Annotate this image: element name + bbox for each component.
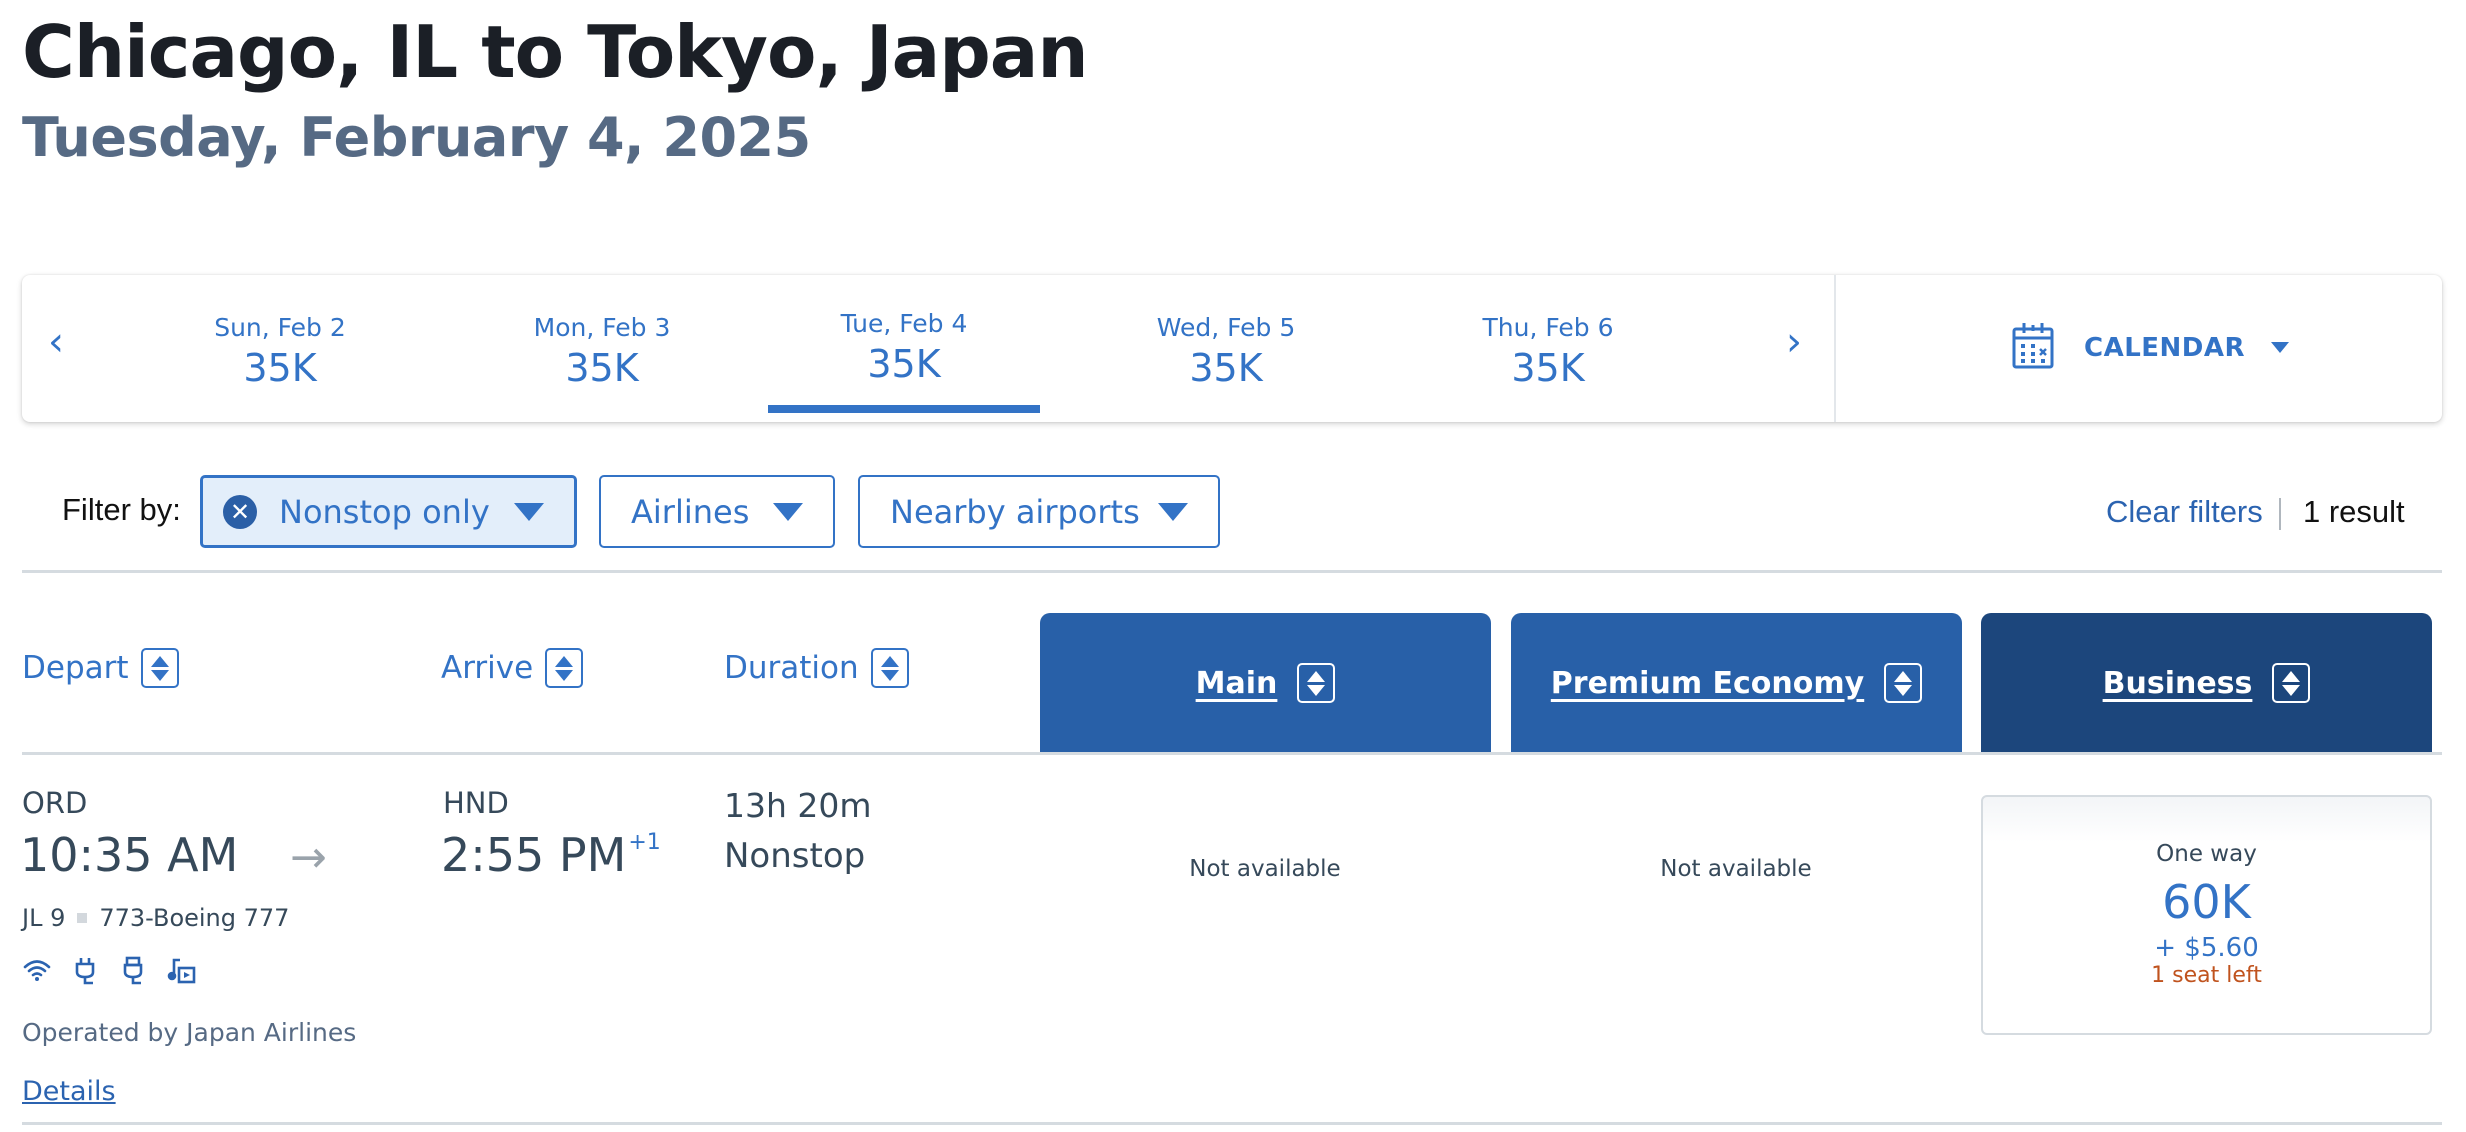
wifi-icon bbox=[22, 956, 52, 991]
seats-left: 1 seat left bbox=[2151, 963, 2262, 988]
cabin-header-premium-economy[interactable]: Premium Economy bbox=[1511, 613, 1962, 753]
filter-nonstop-only[interactable]: ✕ Nonstop only bbox=[200, 475, 577, 548]
chevron-right-icon[interactable]: › bbox=[1786, 319, 1802, 365]
cabin-label: Business bbox=[2102, 665, 2253, 701]
amenities bbox=[22, 956, 196, 991]
date-tab-label: Sun, Feb 2 bbox=[214, 313, 346, 342]
date-tab-label: Tue, Feb 4 bbox=[840, 309, 968, 338]
cabin-header-business[interactable]: Business bbox=[1981, 613, 2432, 753]
details-link[interactable]: Details bbox=[22, 1076, 116, 1107]
divider bbox=[1834, 275, 1836, 422]
cabin-header-main[interactable]: Main bbox=[1040, 613, 1491, 753]
date-tab[interactable]: Mon, Feb 3 35K bbox=[466, 313, 738, 390]
filter-chip-label: Nearby airports bbox=[890, 492, 1140, 531]
flight-number: JL 9 bbox=[22, 904, 66, 932]
sort-icon bbox=[1297, 663, 1336, 703]
page-subtitle-date: Tuesday, February 4, 2025 bbox=[22, 106, 811, 169]
sort-icon bbox=[140, 648, 179, 688]
filter-chip-label: Nonstop only bbox=[279, 492, 490, 531]
depart-time: 10:35 AM bbox=[20, 828, 239, 882]
sort-icon bbox=[1884, 663, 1923, 703]
caret-down-icon bbox=[773, 502, 803, 521]
date-tab-price: 35K bbox=[243, 346, 317, 390]
date-tab[interactable]: Thu, Feb 6 35K bbox=[1412, 313, 1684, 390]
filter-chip-label: Airlines bbox=[631, 492, 750, 531]
sort-icon bbox=[2272, 663, 2311, 703]
fare-premium-economy-unavailable: Not available bbox=[1660, 856, 1812, 882]
column-label: Duration bbox=[724, 650, 859, 686]
sort-depart[interactable]: Depart bbox=[22, 648, 179, 688]
filter-by-label: Filter by: bbox=[62, 492, 181, 527]
arrive-time: 2:55 PM bbox=[441, 828, 627, 882]
divider bbox=[22, 1122, 2442, 1125]
date-tab-label: Thu, Feb 6 bbox=[1482, 313, 1614, 342]
result-count: 1 result bbox=[2303, 494, 2405, 529]
calendar-icon bbox=[2012, 321, 2054, 374]
date-tab-price: 35K bbox=[565, 346, 639, 390]
arrow-right-icon: → bbox=[290, 832, 327, 883]
cabin-label: Main bbox=[1195, 665, 1278, 701]
aircraft-type: 773-Boeing 777 bbox=[99, 904, 290, 932]
column-label: Arrive bbox=[441, 650, 534, 686]
divider bbox=[22, 570, 2442, 573]
chevron-left-icon[interactable]: ‹ bbox=[48, 319, 64, 365]
operated-by: Operated by Japan Airlines bbox=[22, 1018, 357, 1047]
date-tab-selected[interactable]: Tue, Feb 4 35K bbox=[768, 309, 1040, 386]
separator-dot bbox=[77, 913, 88, 923]
sort-arrive[interactable]: Arrive bbox=[441, 648, 584, 688]
date-tab[interactable]: Wed, Feb 5 35K bbox=[1090, 313, 1362, 390]
sort-icon bbox=[545, 648, 584, 688]
fare-main-unavailable: Not available bbox=[1189, 856, 1341, 882]
sort-duration[interactable]: Duration bbox=[724, 648, 909, 688]
caret-down-icon bbox=[514, 502, 544, 521]
power-outlet-icon bbox=[70, 956, 100, 991]
page-title: Chicago, IL to Tokyo, Japan bbox=[22, 10, 1089, 94]
flight-duration: 13h 20m bbox=[724, 786, 872, 825]
filter-airlines[interactable]: Airlines bbox=[599, 475, 835, 548]
clear-filters-link[interactable]: Clear filters bbox=[2106, 494, 2263, 530]
fare-miles: 60K bbox=[2162, 875, 2251, 929]
date-tab-price: 35K bbox=[867, 342, 941, 386]
arrive-time-group: 2:55 PM+1 bbox=[441, 828, 661, 882]
calendar-button[interactable]: CALENDAR bbox=[2012, 321, 2290, 374]
fare-business-card[interactable]: One way 60K + $5.60 1 seat left bbox=[1981, 795, 2432, 1035]
selected-date-indicator bbox=[768, 405, 1040, 413]
cabin-label: Premium Economy bbox=[1550, 665, 1865, 701]
trip-type: One way bbox=[2156, 841, 2257, 867]
date-strip: ‹ Sun, Feb 2 35K Mon, Feb 3 35K Tue, Feb… bbox=[22, 275, 2442, 422]
divider bbox=[22, 752, 2442, 755]
date-tab-price: 35K bbox=[1189, 346, 1263, 390]
divider bbox=[2279, 498, 2281, 530]
filter-nearby-airports[interactable]: Nearby airports bbox=[858, 475, 1220, 548]
flight-stops: Nonstop bbox=[724, 836, 866, 876]
day-offset: +1 bbox=[628, 829, 661, 855]
origin-airport: ORD bbox=[22, 786, 88, 820]
usb-icon bbox=[118, 956, 148, 991]
caret-down-icon bbox=[1158, 502, 1188, 521]
caret-down-icon bbox=[2271, 342, 2290, 353]
fare-taxes: + $5.60 bbox=[2154, 933, 2259, 963]
destination-airport: HND bbox=[443, 786, 509, 820]
sort-icon bbox=[870, 648, 909, 688]
date-tab[interactable]: Sun, Feb 2 35K bbox=[144, 313, 416, 390]
clear-filter-icon[interactable]: ✕ bbox=[223, 494, 257, 529]
column-label: Depart bbox=[22, 650, 129, 686]
date-tab-price: 35K bbox=[1511, 346, 1585, 390]
flight-meta: JL 9 773-Boeing 777 bbox=[22, 904, 289, 932]
date-tab-label: Wed, Feb 5 bbox=[1156, 313, 1296, 342]
calendar-label: CALENDAR bbox=[2084, 332, 2246, 363]
entertainment-icon bbox=[166, 956, 196, 991]
date-tab-label: Mon, Feb 3 bbox=[533, 313, 671, 342]
